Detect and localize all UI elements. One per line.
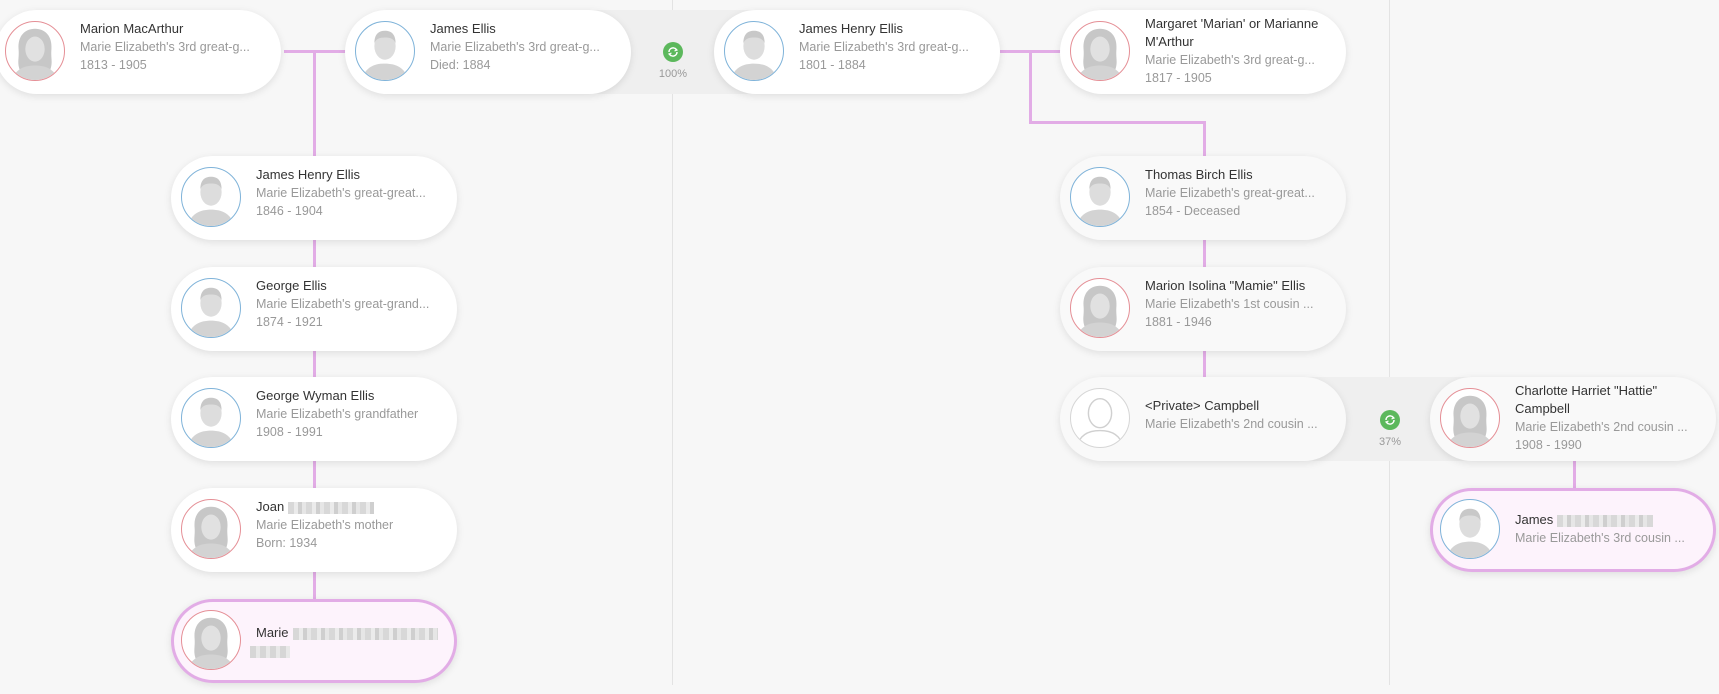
person-dates: 1801 - 1884 <box>799 58 866 72</box>
person-name: James Henry Ellis <box>256 167 361 182</box>
match-indicator[interactable]: 37% <box>1365 410 1415 448</box>
unknown-avatar-icon <box>1070 388 1130 448</box>
sync-icon <box>663 42 683 62</box>
person-card[interactable]: Joan Marie Elizabeth's mother Born: 1934 <box>171 488 457 572</box>
person-card[interactable]: James Henry Ellis Marie Elizabeth's grea… <box>171 156 457 240</box>
person-name: Thomas Birch Ellis <box>1145 167 1253 182</box>
person-name: Margaret 'Marian' or Marianne M'Arthur <box>1145 16 1319 49</box>
person-name: Marie <box>256 624 438 642</box>
person-relation: Marie Elizabeth's great-great... <box>1145 186 1315 200</box>
focus-person-card[interactable]: Marie <box>171 599 457 683</box>
person-relation: Marie Elizabeth's 1st cousin ... <box>1145 297 1314 311</box>
column-divider <box>672 0 673 685</box>
redacted-surname <box>292 627 438 640</box>
person-name: Joan <box>256 498 441 516</box>
female-avatar-icon <box>1070 278 1130 338</box>
person-dates: 1813 - 1905 <box>80 58 147 72</box>
male-avatar-icon <box>1070 167 1130 227</box>
person-name: Charlotte Harriet "Hattie" Campbell <box>1515 383 1658 416</box>
match-percent: 100% <box>658 68 688 80</box>
female-avatar-icon <box>5 21 65 81</box>
match-percent: 37% <box>1378 436 1402 448</box>
person-card[interactable]: Thomas Birch Ellis Marie Elizabeth's gre… <box>1060 156 1346 240</box>
person-dates: 1817 - 1905 <box>1145 71 1212 85</box>
person-name: James Henry Ellis <box>799 21 904 36</box>
person-dates: 1874 - 1921 <box>256 315 323 329</box>
person-relation: Marie Elizabeth's 3rd great-g... <box>799 40 969 54</box>
person-card[interactable]: Marion Isolina "Mamie" Ellis Marie Eliza… <box>1060 267 1346 351</box>
person-card[interactable]: Marion MacArthur Marie Elizabeth's 3rd g… <box>0 10 281 94</box>
person-name: George Ellis <box>256 278 327 293</box>
person-card[interactable]: James Ellis Marie Elizabeth's 3rd great-… <box>345 10 631 94</box>
person-dates: 1854 - Deceased <box>1145 204 1241 218</box>
redacted-surname <box>288 501 375 514</box>
connector-line <box>1029 121 1206 124</box>
connector-line <box>1029 50 1032 124</box>
redacted-surname <box>1557 514 1654 527</box>
person-card[interactable]: James Henry Ellis Marie Elizabeth's 3rd … <box>714 10 1000 94</box>
person-dates: 1908 - 1990 <box>1515 438 1582 452</box>
person-name: James <box>1515 511 1697 529</box>
sync-icon <box>1380 410 1400 430</box>
person-name: George Wyman Ellis <box>256 388 375 403</box>
female-avatar-icon <box>181 610 241 670</box>
person-relation: Marie Elizabeth's 2nd cousin ... <box>1145 417 1318 431</box>
person-name: James Ellis <box>430 21 496 36</box>
person-dates: 1881 - 1946 <box>1145 315 1212 329</box>
male-avatar-icon <box>181 388 241 448</box>
female-avatar-icon <box>181 499 241 559</box>
person-relation: Marie Elizabeth's great-grand... <box>256 297 430 311</box>
redacted-surname <box>250 646 290 658</box>
person-dates: 1908 - 1991 <box>256 425 323 439</box>
person-relation: Marie Elizabeth's 3rd great-g... <box>430 40 600 54</box>
person-name: <Private> Campbell <box>1145 398 1260 413</box>
male-avatar-icon <box>355 21 415 81</box>
male-avatar-icon <box>724 21 784 81</box>
person-name: Marion Isolina "Mamie" Ellis <box>1145 278 1306 293</box>
person-card[interactable]: George Ellis Marie Elizabeth's great-gra… <box>171 267 457 351</box>
person-dates: Died: 1884 <box>430 58 491 72</box>
person-relation: Marie Elizabeth's grandfather <box>256 407 419 421</box>
person-card[interactable]: <Private> Campbell Marie Elizabeth's 2nd… <box>1060 377 1346 461</box>
male-avatar-icon <box>1440 499 1500 559</box>
person-card[interactable]: George Wyman Ellis Marie Elizabeth's gra… <box>171 377 457 461</box>
person-name: Marion MacArthur <box>80 21 184 36</box>
person-relation: Marie Elizabeth's 2nd cousin ... <box>1515 420 1688 434</box>
match-indicator[interactable]: 100% <box>648 42 698 80</box>
person-relation: Marie Elizabeth's mother <box>256 518 394 532</box>
person-dates: Born: 1934 <box>256 536 318 550</box>
person-relation: Marie Elizabeth's 3rd great-g... <box>80 40 250 54</box>
male-avatar-icon <box>181 167 241 227</box>
person-dates: 1846 - 1904 <box>256 204 323 218</box>
male-avatar-icon <box>181 278 241 338</box>
person-card[interactable]: Margaret 'Marian' or Marianne M'Arthur M… <box>1060 10 1346 94</box>
person-relation: Marie Elizabeth's 3rd cousin ... <box>1515 531 1685 545</box>
female-avatar-icon <box>1440 388 1500 448</box>
focus-person-card[interactable]: James Marie Elizabeth's 3rd cousin ... <box>1430 488 1716 572</box>
person-relation: Marie Elizabeth's great-great... <box>256 186 426 200</box>
person-relation: Marie Elizabeth's 3rd great-g... <box>1145 53 1315 67</box>
column-divider <box>1389 0 1390 685</box>
person-card[interactable]: Charlotte Harriet "Hattie" Campbell Mari… <box>1430 377 1716 461</box>
female-avatar-icon <box>1070 21 1130 81</box>
